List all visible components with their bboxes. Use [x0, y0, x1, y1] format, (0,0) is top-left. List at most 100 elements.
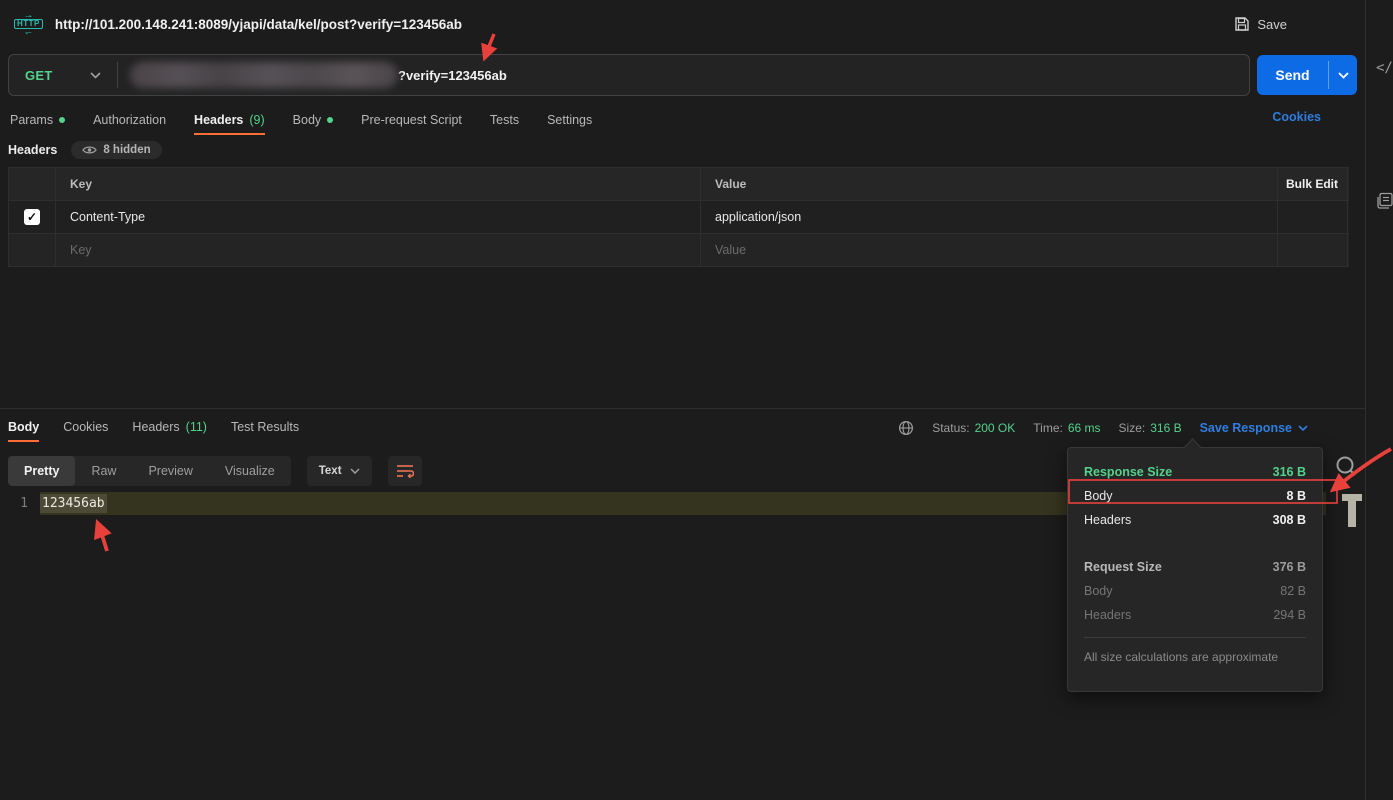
- hidden-headers-toggle[interactable]: 8 hidden: [71, 141, 161, 159]
- app-window: ⇀ HTTP ↽ http://101.200.148.241:8089/yja…: [0, 0, 1393, 800]
- key-column-header: Key: [56, 168, 701, 200]
- tab-test-results[interactable]: Test Results: [231, 420, 299, 434]
- tab-response-cookies[interactable]: Cookies: [63, 420, 108, 434]
- time-value: 66 ms: [1068, 421, 1101, 435]
- chevron-down-icon: [1298, 425, 1308, 431]
- tab-body[interactable]: Body: [293, 113, 334, 127]
- request-size-row: Request Size 376 B: [1084, 555, 1306, 579]
- body-size-label: Body: [1084, 489, 1113, 503]
- request-body-size-row: Body 82 B: [1084, 579, 1306, 603]
- format-dropdown[interactable]: Text: [307, 456, 372, 486]
- response-tabs: Body Cookies Headers (11) Test Results: [8, 420, 299, 434]
- tab-headers[interactable]: Headers (9): [194, 113, 265, 127]
- documentation-icon[interactable]: [1376, 192, 1393, 213]
- request-size-label: Request Size: [1084, 560, 1162, 574]
- headers-size-row: Headers 308 B: [1084, 508, 1306, 532]
- headers-size-label: Headers: [1084, 513, 1131, 527]
- cookies-link[interactable]: Cookies: [1272, 110, 1321, 124]
- response-status-bar: Status: 200 OK Time: 66 ms Size: 316 B S…: [898, 420, 1308, 436]
- tab-response-body[interactable]: Body: [8, 420, 39, 434]
- empty-cell: [1278, 201, 1348, 233]
- response-size-label: Response Size: [1084, 465, 1172, 479]
- chevron-down-icon: [350, 468, 360, 474]
- url-builder: GET ?verify=123456ab: [8, 54, 1250, 96]
- empty-cell: [9, 234, 56, 266]
- line-number: 1: [0, 496, 40, 511]
- size-value: 316 B: [1150, 421, 1181, 435]
- header-value-cell[interactable]: application/json: [701, 201, 1278, 233]
- wrap-text-button[interactable]: [388, 456, 422, 486]
- body-size-value: 8 B: [1287, 489, 1306, 503]
- header-key-cell[interactable]: Content-Type: [56, 201, 701, 233]
- new-value-input[interactable]: Value: [701, 234, 1278, 266]
- tab-authorization[interactable]: Authorization: [93, 113, 166, 127]
- text-cursor: [1342, 494, 1362, 527]
- redacted-url-segment: [130, 62, 398, 88]
- status-value: 200 OK: [975, 421, 1016, 435]
- divider: [1084, 637, 1306, 638]
- green-dot: [327, 117, 333, 123]
- response-size-value: 316 B: [1273, 465, 1306, 479]
- tab-params[interactable]: Params: [10, 113, 65, 127]
- headers-section-header: Headers 8 hidden: [8, 141, 162, 159]
- format-label: Text: [319, 465, 342, 477]
- right-sidebar: </: [1365, 0, 1393, 800]
- chevron-down-icon: [1338, 72, 1349, 79]
- response-time[interactable]: Time: 66 ms: [1033, 421, 1100, 435]
- view-pretty[interactable]: Pretty: [8, 456, 75, 486]
- green-dot: [59, 117, 65, 123]
- send-button[interactable]: Send: [1257, 55, 1328, 95]
- pane-divider[interactable]: [0, 408, 1365, 409]
- annotation-arrow-response-text: [98, 524, 107, 551]
- tab-pre-request-script[interactable]: Pre-request Script: [361, 113, 462, 127]
- view-raw[interactable]: Raw: [75, 456, 132, 486]
- headers-table: Key Value Bulk Edit ✓ Content-Type appli…: [8, 167, 1349, 267]
- empty-cell: [1278, 234, 1348, 266]
- request-size-value: 376 B: [1273, 560, 1306, 574]
- method-label: GET: [25, 68, 53, 83]
- send-button-group: Send: [1257, 55, 1357, 95]
- method-dropdown[interactable]: GET: [9, 68, 117, 83]
- response-headers-count: (11): [186, 420, 207, 434]
- url-input[interactable]: ?verify=123456ab: [118, 62, 1249, 88]
- response-size[interactable]: Size: 316 B: [1119, 421, 1182, 435]
- response-size-row: Response Size 316 B: [1084, 460, 1306, 484]
- table-header-row: Key Value Bulk Edit: [9, 168, 1349, 201]
- table-row-empty: Key Value: [9, 234, 1349, 267]
- view-visualize[interactable]: Visualize: [209, 456, 291, 486]
- tab-settings[interactable]: Settings: [547, 113, 592, 127]
- request-headers-size-row: Headers 294 B: [1084, 603, 1306, 627]
- bulk-edit-button[interactable]: Bulk Edit: [1278, 168, 1348, 200]
- url-query-suffix: ?verify=123456ab: [398, 68, 507, 83]
- search-icon: [1334, 454, 1358, 478]
- size-approximate-note: All size calculations are approximate: [1084, 650, 1306, 664]
- word-wrap-icon: [396, 464, 414, 478]
- headers-title: Headers: [8, 143, 57, 157]
- size-breakdown-popup: Response Size 316 B Body 8 B Headers 308…: [1067, 447, 1323, 692]
- save-button[interactable]: Save: [1234, 0, 1287, 48]
- status-code[interactable]: Status: 200 OK: [932, 421, 1015, 435]
- request-body-value: 82 B: [1280, 584, 1306, 598]
- tab-tests[interactable]: Tests: [490, 113, 519, 127]
- row-checkbox[interactable]: ✓: [24, 209, 40, 225]
- search-in-response-button[interactable]: [1334, 454, 1358, 481]
- request-title-url: http://101.200.148.241:8089/yjapi/data/k…: [55, 17, 462, 32]
- send-options-button[interactable]: [1329, 55, 1357, 95]
- tab-response-headers[interactable]: Headers (11): [132, 420, 207, 434]
- globe-icon: [898, 420, 914, 436]
- headers-count: (9): [249, 113, 264, 127]
- request-headers-label: Headers: [1084, 608, 1131, 622]
- http-request-icon: ⇀ HTTP ↽: [14, 13, 43, 35]
- table-row: ✓ Content-Type application/json: [9, 201, 1349, 234]
- save-response-button[interactable]: Save Response: [1200, 421, 1308, 435]
- headers-size-value: 308 B: [1273, 513, 1306, 527]
- save-icon: [1234, 16, 1250, 32]
- chevron-down-icon: [90, 72, 101, 79]
- code-snippet-icon[interactable]: </: [1376, 60, 1393, 76]
- response-view-controls: Pretty Raw Preview Visualize Text: [8, 456, 422, 486]
- view-mode-switcher: Pretty Raw Preview Visualize: [8, 456, 291, 486]
- value-column-header: Value: [701, 168, 1278, 200]
- view-preview[interactable]: Preview: [132, 456, 208, 486]
- hidden-headers-label: 8 hidden: [103, 144, 150, 156]
- new-key-input[interactable]: Key: [56, 234, 701, 266]
